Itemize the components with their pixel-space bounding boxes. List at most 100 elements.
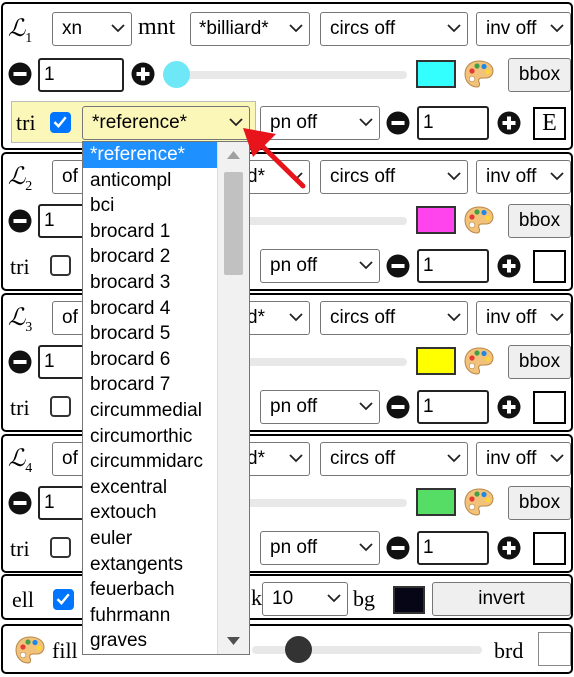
minus-icon[interactable]	[8, 491, 32, 515]
chevron-down-icon	[289, 454, 303, 463]
triangle-select[interactable]: *reference*	[82, 106, 250, 140]
inv-select[interactable]: inv off	[476, 12, 571, 46]
dropdown-option[interactable]: brocard 7	[83, 372, 219, 398]
dropdown-option[interactable]: brocard 3	[83, 270, 219, 296]
dropdown-option[interactable]: circumorthic	[83, 424, 219, 450]
dropdown-option[interactable]: extangents	[83, 552, 219, 578]
palette-icon[interactable]	[463, 58, 495, 90]
dropdown-option[interactable]: brocard 2	[83, 244, 219, 270]
bbox-button[interactable]: bbox	[508, 58, 571, 92]
plus-icon[interactable]	[497, 254, 521, 278]
tri-step-input[interactable]: 1	[417, 106, 489, 140]
tri-checkbox[interactable]	[50, 112, 71, 133]
dropdown-option[interactable]: brocard 4	[83, 296, 219, 322]
inv-select[interactable]: inv off	[476, 301, 571, 335]
tri-checkbox[interactable]	[50, 255, 71, 276]
color-swatch[interactable]	[416, 206, 456, 234]
dropdown-option[interactable]: graves	[83, 628, 219, 654]
chevron-down-icon	[359, 118, 373, 127]
dropdown-option[interactable]: excentral	[83, 475, 219, 501]
annotation-arrow	[243, 128, 306, 189]
pn-select[interactable]: pn off	[260, 249, 380, 283]
tri-checkbox[interactable]	[50, 537, 71, 558]
mnt-label: mnt	[138, 14, 176, 40]
circs-select[interactable]: circs off	[320, 442, 468, 476]
pn-select[interactable]: pn off	[260, 531, 380, 565]
ell-label: ell	[12, 587, 34, 612]
bbox-button[interactable]: bbox	[508, 486, 571, 520]
chevron-down-icon	[359, 543, 373, 552]
speed-slider[interactable]	[167, 71, 407, 79]
minus-icon[interactable]	[386, 254, 410, 278]
ell-select[interactable]: 10	[262, 582, 348, 616]
plus-icon[interactable]	[131, 62, 155, 86]
chevron-down-icon	[327, 594, 341, 603]
palette-icon[interactable]	[463, 204, 495, 236]
e-box-button[interactable]: E	[533, 107, 566, 140]
fill-slider-thumb[interactable]	[285, 636, 312, 663]
chevron-down-icon	[447, 24, 461, 33]
tri-label: tri	[10, 395, 30, 420]
minus-icon[interactable]	[386, 111, 410, 135]
e-box-button[interactable]	[533, 250, 566, 283]
circs-select[interactable]: circs off	[320, 301, 468, 335]
bg-color-swatch[interactable]	[393, 586, 425, 614]
chevron-down-icon	[289, 24, 303, 33]
color-swatch[interactable]	[416, 60, 456, 88]
chevron-down-icon	[289, 313, 303, 322]
tri-step-input[interactable]: 1	[417, 531, 489, 565]
minus-icon[interactable]	[8, 62, 32, 86]
plus-icon[interactable]	[497, 536, 521, 560]
e-box-button[interactable]	[533, 532, 566, 565]
panel-label-l4: ℒ4	[8, 446, 33, 476]
palette-icon[interactable]	[14, 634, 46, 666]
mount-select[interactable]: *billiard*	[190, 12, 310, 46]
pn-select[interactable]: pn off	[260, 390, 380, 424]
space-select[interactable]: xn	[52, 12, 132, 46]
ell-checkbox[interactable]	[53, 589, 74, 610]
dropdown-option[interactable]: bci	[83, 193, 219, 219]
palette-icon[interactable]	[463, 486, 495, 518]
dropdown-option[interactable]: euler	[83, 526, 219, 552]
dropdown-option[interactable]: circummidarc	[83, 449, 219, 475]
plus-icon[interactable]	[497, 111, 521, 135]
color-swatch[interactable]	[416, 488, 456, 516]
dropdown-scrollbar[interactable]	[217, 142, 249, 654]
panel-label-l2: ℒ2	[8, 164, 33, 194]
dropdown-option[interactable]: anticompl	[83, 168, 219, 194]
minus-icon[interactable]	[386, 395, 410, 419]
plus-icon[interactable]	[497, 395, 521, 419]
dropdown-option[interactable]: brocard 6	[83, 347, 219, 373]
step-input[interactable]: 1	[38, 58, 124, 92]
minus-icon[interactable]	[8, 350, 32, 374]
minus-icon[interactable]	[386, 536, 410, 560]
tri-step-input[interactable]: 1	[417, 390, 489, 424]
brd-label: brd	[494, 638, 524, 663]
slider-thumb[interactable]	[163, 61, 190, 88]
dropdown-option[interactable]: fuhrmann	[83, 603, 219, 629]
inv-select[interactable]: inv off	[476, 442, 571, 476]
chevron-down-icon	[447, 454, 461, 463]
circs-select[interactable]: circs off	[320, 160, 468, 194]
dropdown-option[interactable]: feuerbach	[83, 577, 219, 603]
dropdown-option[interactable]: brocard 5	[83, 321, 219, 347]
scroll-up-icon[interactable]	[227, 151, 240, 159]
invert-button[interactable]: invert	[432, 582, 571, 616]
minus-icon[interactable]	[8, 209, 32, 233]
dropdown-option[interactable]: *reference*	[83, 142, 219, 168]
dropdown-option[interactable]: extouch	[83, 500, 219, 526]
color-swatch[interactable]	[416, 347, 456, 375]
e-box-button[interactable]	[533, 391, 566, 424]
tri-checkbox[interactable]	[50, 396, 71, 417]
dropdown-option[interactable]: brocard 1	[83, 219, 219, 245]
triangle-dropdown-list[interactable]: *reference* anticompl bci brocard 1 brocard …	[82, 141, 250, 655]
brd-color-swatch[interactable]	[538, 632, 571, 666]
circs-select[interactable]: circs off	[320, 12, 468, 46]
dropdown-option[interactable]: circummedial	[83, 398, 219, 424]
scroll-down-icon[interactable]	[227, 637, 240, 645]
palette-icon[interactable]	[463, 345, 495, 377]
tri-step-input[interactable]: 1	[417, 249, 489, 283]
bbox-button[interactable]: bbox	[508, 345, 571, 379]
bbox-button[interactable]: bbox	[508, 204, 571, 238]
inv-select[interactable]: inv off	[476, 160, 571, 194]
